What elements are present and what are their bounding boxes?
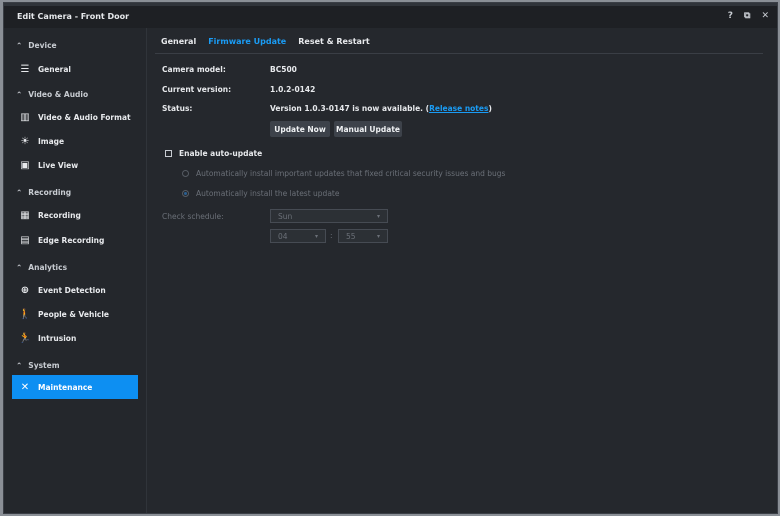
radio-latest-update[interactable]	[182, 190, 189, 197]
sidebar-item-live-view[interactable]: ▣ Live View	[12, 153, 138, 177]
time-separator: :	[330, 231, 333, 240]
schedule-hour-select[interactable]: 04 ▾	[270, 229, 326, 243]
current-version-label: Current version:	[162, 85, 232, 94]
tools-icon: ✕	[20, 381, 30, 393]
sidebar-section-video-audio[interactable]: ⌃ Video & Audio	[16, 90, 88, 99]
tab-reset-restart[interactable]: Reset & Restart	[298, 37, 369, 46]
chevron-up-icon: ⌃	[16, 90, 23, 99]
chevron-down-icon: ▾	[314, 233, 318, 240]
sidebar-item-video-audio-format[interactable]: ▥ Video & Audio Format	[12, 105, 138, 129]
tab-bar: General Firmware Update Reset & Restart	[161, 37, 370, 46]
sidebar-item-edge-recording[interactable]: ▤ Edge Recording	[12, 228, 138, 252]
sidebar-item-event-detection[interactable]: ⊕ Event Detection	[12, 278, 138, 302]
sidebar-item-general[interactable]: ☰ General	[12, 57, 138, 81]
chevron-up-icon: ⌃	[16, 263, 23, 272]
help-icon[interactable]: ?	[728, 11, 733, 21]
chevron-up-icon: ⌃	[16, 361, 23, 370]
critical-updates-label: Automatically install important updates …	[196, 169, 506, 178]
sidebar-item-recording[interactable]: ▦ Recording	[12, 203, 138, 227]
sidebar-section-analytics[interactable]: ⌃ Analytics	[16, 263, 67, 272]
camera-model-value: BC500	[270, 65, 297, 74]
crosshair-icon: ⊕	[20, 284, 30, 296]
status-label: Status:	[162, 104, 193, 113]
camera-model-label: Camera model:	[162, 65, 226, 74]
chevron-down-icon: ▾	[376, 213, 380, 220]
sidebar-section-recording[interactable]: ⌃ Recording	[16, 188, 71, 197]
running-person-icon: 🏃	[18, 332, 32, 344]
calendar-record-icon: ▦	[20, 209, 30, 221]
status-value: Version 1.0.3-0147 is now available. (Re…	[270, 104, 492, 113]
chevron-down-icon: ▾	[376, 233, 380, 240]
sidebar-item-intrusion[interactable]: 🏃 Intrusion	[12, 326, 138, 350]
film-icon: ▥	[20, 111, 30, 123]
sidebar-item-maintenance[interactable]: ✕ Maintenance	[12, 375, 138, 399]
radio-critical-updates[interactable]	[182, 170, 189, 177]
close-icon[interactable]: ✕	[761, 11, 769, 21]
list-icon: ☰	[20, 63, 30, 75]
play-box-icon: ▣	[20, 159, 30, 171]
content-panel: General Firmware Update Reset & Restart …	[147, 28, 777, 513]
auto-update-checkbox[interactable]	[165, 150, 172, 157]
title-bar: Edit Camera - Front Door ? ⧉ ✕	[4, 6, 777, 28]
edit-camera-window: Edit Camera - Front Door ? ⧉ ✕ ⌃ Device ☰…	[3, 2, 778, 514]
chevron-up-icon: ⌃	[16, 188, 23, 197]
release-notes-link[interactable]: Release notes	[429, 104, 488, 113]
auto-update-label: Enable auto-update	[179, 149, 263, 158]
update-now-button[interactable]: Update Now	[270, 121, 330, 137]
chevron-up-icon: ⌃	[16, 41, 23, 50]
popout-icon[interactable]: ⧉	[744, 11, 750, 21]
schedule-day-select[interactable]: Sun ▾	[270, 209, 388, 223]
sidebar-section-device[interactable]: ⌃ Device	[16, 41, 57, 50]
sidebar-section-system[interactable]: ⌃ System	[16, 361, 60, 370]
sidebar-item-people-vehicle[interactable]: 🚶 People & Vehicle	[12, 302, 138, 326]
sidebar: ⌃ Device ☰ General ⌃ Video & Audio ▥ Video &…	[4, 28, 147, 513]
tab-firmware-update[interactable]: Firmware Update	[208, 37, 286, 46]
tab-general[interactable]: General	[161, 37, 196, 46]
person-vehicle-icon: 🚶	[18, 308, 32, 320]
window-title: Edit Camera - Front Door	[17, 12, 130, 21]
latest-update-label: Automatically install the latest update	[196, 189, 340, 198]
manual-update-button[interactable]: Manual Update	[334, 121, 402, 137]
tab-divider	[155, 53, 763, 54]
schedule-minute-select[interactable]: 55 ▾	[338, 229, 388, 243]
current-version-value: 1.0.2-0142	[270, 85, 316, 94]
sidebar-item-image[interactable]: ☀ Image	[12, 129, 138, 153]
sd-card-icon: ▤	[20, 234, 30, 246]
brightness-icon: ☀	[20, 135, 30, 147]
check-schedule-label: Check schedule:	[162, 212, 224, 221]
window-controls: ? ⧉ ✕	[728, 11, 769, 21]
